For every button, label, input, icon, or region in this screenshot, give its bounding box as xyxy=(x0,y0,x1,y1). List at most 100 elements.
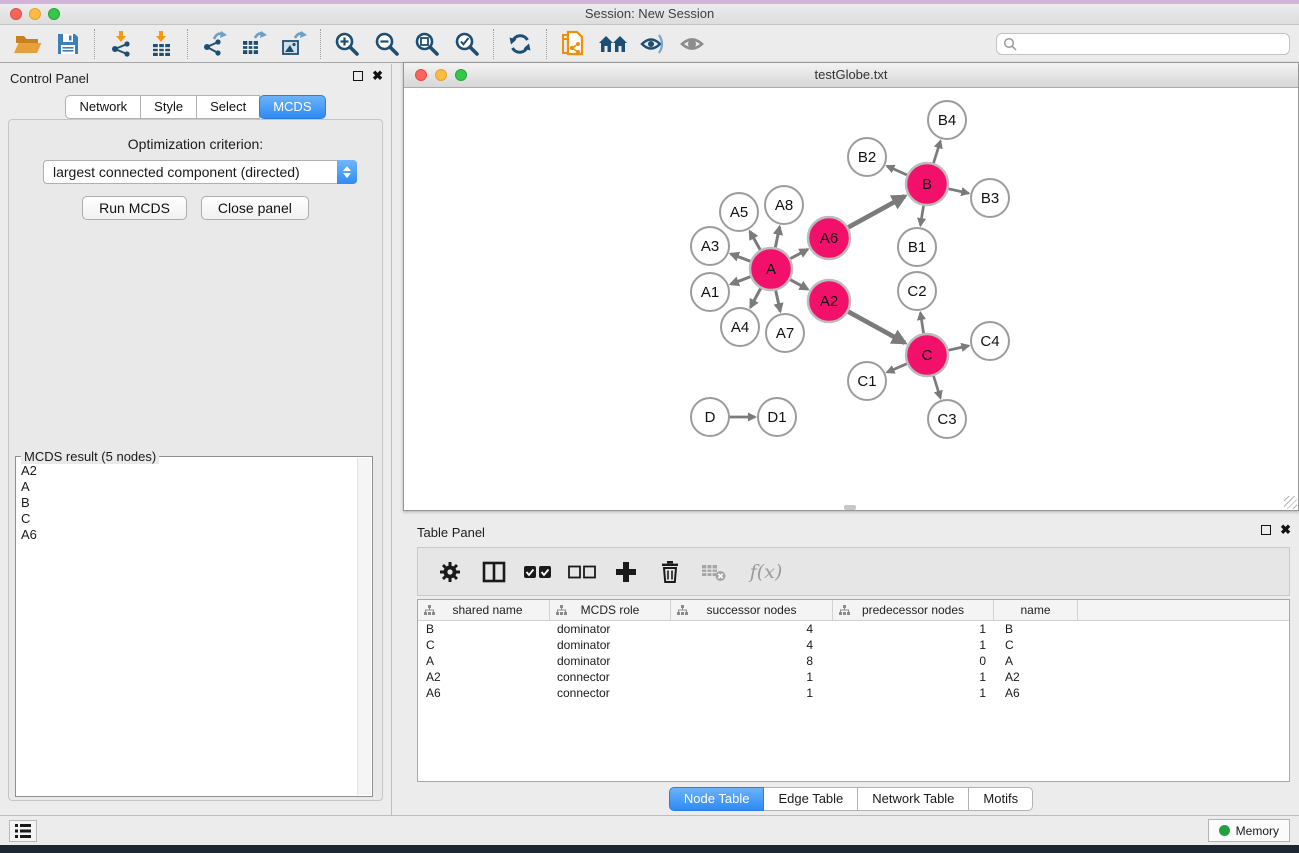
delete-column-button[interactable] xyxy=(656,558,684,586)
cell-shared-name[interactable]: C xyxy=(418,638,550,652)
delete-table-button[interactable] xyxy=(700,558,728,586)
run-mcds-button[interactable]: Run MCDS xyxy=(82,196,187,220)
deselect-all-button[interactable] xyxy=(568,558,596,586)
graph-node-D[interactable]: D xyxy=(691,398,729,436)
graph-edge-B-B1[interactable] xyxy=(920,205,923,226)
graph-edge-A-A4[interactable] xyxy=(750,288,761,308)
graph-edge-C-C1[interactable] xyxy=(887,363,908,372)
zoom-in-button[interactable] xyxy=(327,28,367,60)
column-header-mcds-role[interactable]: MCDS role xyxy=(550,600,671,620)
cell-successor-nodes[interactable]: 8 xyxy=(671,654,833,668)
graph-node-B2[interactable]: B2 xyxy=(848,138,886,176)
graph-edge-C-C4[interactable] xyxy=(947,346,968,351)
cell-successor-nodes[interactable]: 1 xyxy=(671,686,833,700)
cell-shared-name[interactable]: A xyxy=(418,654,550,668)
minimize-window-button[interactable] xyxy=(29,8,41,20)
graph-node-A[interactable]: A xyxy=(750,248,792,290)
graph-edge-A-A8[interactable] xyxy=(775,227,779,249)
cell-mcds-role[interactable]: connector xyxy=(550,670,671,684)
cell-name[interactable]: B xyxy=(994,622,1078,636)
close-panel-button[interactable]: Close panel xyxy=(201,196,309,220)
cell-mcds-role[interactable]: dominator xyxy=(550,654,671,668)
cell-mcds-role[interactable]: connector xyxy=(550,686,671,700)
hide-selected-button[interactable] xyxy=(673,28,713,60)
tab-motifs[interactable]: Motifs xyxy=(969,787,1033,811)
column-header-shared-name[interactable]: shared name xyxy=(418,600,550,620)
tab-mcds[interactable]: MCDS xyxy=(259,95,325,119)
save-session-button[interactable] xyxy=(48,28,88,60)
export-table-button[interactable] xyxy=(234,28,274,60)
cell-mcds-role[interactable]: dominator xyxy=(550,622,671,636)
table-row[interactable]: A dominator 8 0 A xyxy=(418,653,1289,669)
graph-node-C1[interactable]: C1 xyxy=(848,362,886,400)
import-network-button[interactable] xyxy=(101,28,141,60)
cell-name[interactable]: A xyxy=(994,654,1078,668)
graph-node-A2[interactable]: A2 xyxy=(808,280,850,322)
graph-node-B[interactable]: B xyxy=(906,163,948,205)
tab-node-table[interactable]: Node Table xyxy=(669,787,765,811)
graph-edge-A-A6[interactable] xyxy=(790,249,808,259)
graph-edge-B-B2[interactable] xyxy=(887,166,908,175)
memory-button[interactable]: Memory xyxy=(1208,819,1290,842)
select-all-button[interactable] xyxy=(524,558,552,586)
scrollbar-track[interactable] xyxy=(357,458,371,795)
graph-node-C2[interactable]: C2 xyxy=(898,272,936,310)
tab-edge-table[interactable]: Edge Table xyxy=(764,787,858,811)
cell-name[interactable]: A6 xyxy=(994,686,1078,700)
graph-node-A5[interactable]: A5 xyxy=(720,193,758,231)
column-header-successor-nodes[interactable]: successor nodes xyxy=(671,600,833,620)
dropdown-stepper-icon[interactable] xyxy=(337,160,357,184)
graph-edge-A-A1[interactable] xyxy=(731,276,752,284)
open-session-button[interactable] xyxy=(8,28,48,60)
tab-network-table[interactable]: Network Table xyxy=(858,787,969,811)
zoom-selected-button[interactable] xyxy=(447,28,487,60)
column-header-name[interactable]: name xyxy=(994,600,1078,620)
close-view-button[interactable] xyxy=(415,69,427,81)
cell-predecessor-nodes[interactable]: 1 xyxy=(833,622,994,636)
zoom-view-button[interactable] xyxy=(455,69,467,81)
cell-predecessor-nodes[interactable]: 0 xyxy=(833,654,994,668)
minimize-view-button[interactable] xyxy=(435,69,447,81)
graph-node-B3[interactable]: B3 xyxy=(971,179,1009,217)
graph-edge-A-A2[interactable] xyxy=(789,279,808,289)
table-row[interactable]: B dominator 4 1 B xyxy=(418,621,1289,637)
add-column-button[interactable] xyxy=(612,558,640,586)
close-panel-icon[interactable]: ✖ xyxy=(372,71,383,81)
list-item[interactable]: C xyxy=(18,511,356,527)
graph-node-A8[interactable]: A8 xyxy=(765,186,803,224)
graph-edge-C-C2[interactable] xyxy=(920,313,923,335)
zoom-window-button[interactable] xyxy=(48,8,60,20)
graph-node-A6[interactable]: A6 xyxy=(808,217,850,259)
graph-edge-A-A5[interactable] xyxy=(750,231,761,250)
search-field[interactable] xyxy=(996,33,1290,55)
graph-node-A3[interactable]: A3 xyxy=(691,227,729,265)
tab-style[interactable]: Style xyxy=(141,95,197,119)
apply-layout-button[interactable] xyxy=(500,28,540,60)
export-image-button[interactable] xyxy=(274,28,314,60)
column-header-predecessor-nodes[interactable]: predecessor nodes xyxy=(833,600,994,620)
resize-grip-icon[interactable] xyxy=(1284,496,1297,509)
network-canvas[interactable]: B4B2BB3A5A8A6A3B1AA1C2A2A4A7C4CC1C3DD1 xyxy=(404,88,1298,510)
table-settings-button[interactable] xyxy=(436,558,464,586)
optimization-criterion-select[interactable]: largest connected component (directed) xyxy=(43,160,357,184)
select-first-neighbors-button[interactable] xyxy=(593,28,633,60)
graph-node-D1[interactable]: D1 xyxy=(758,398,796,436)
close-panel-icon[interactable]: ✖ xyxy=(1280,525,1291,535)
float-panel-icon[interactable] xyxy=(1261,525,1271,535)
graph-node-A4[interactable]: A4 xyxy=(721,308,759,346)
table-row[interactable]: A6 connector 1 1 A6 xyxy=(418,685,1289,701)
search-input[interactable] xyxy=(1018,35,1289,53)
list-item[interactable]: A6 xyxy=(18,527,356,543)
cell-name[interactable]: A2 xyxy=(994,670,1078,684)
graph-node-C3[interactable]: C3 xyxy=(928,400,966,438)
cell-successor-nodes[interactable]: 1 xyxy=(671,670,833,684)
table-row[interactable]: A2 connector 1 1 A2 xyxy=(418,669,1289,685)
cell-successor-nodes[interactable]: 4 xyxy=(671,638,833,652)
list-item[interactable]: B xyxy=(18,495,356,511)
graph-node-A7[interactable]: A7 xyxy=(766,314,804,352)
export-network-button[interactable] xyxy=(194,28,234,60)
graph-node-C[interactable]: C xyxy=(906,334,948,376)
graph-node-B1[interactable]: B1 xyxy=(898,228,936,266)
graph-edge-A2-C[interactable] xyxy=(847,311,904,343)
cell-predecessor-nodes[interactable]: 1 xyxy=(833,670,994,684)
